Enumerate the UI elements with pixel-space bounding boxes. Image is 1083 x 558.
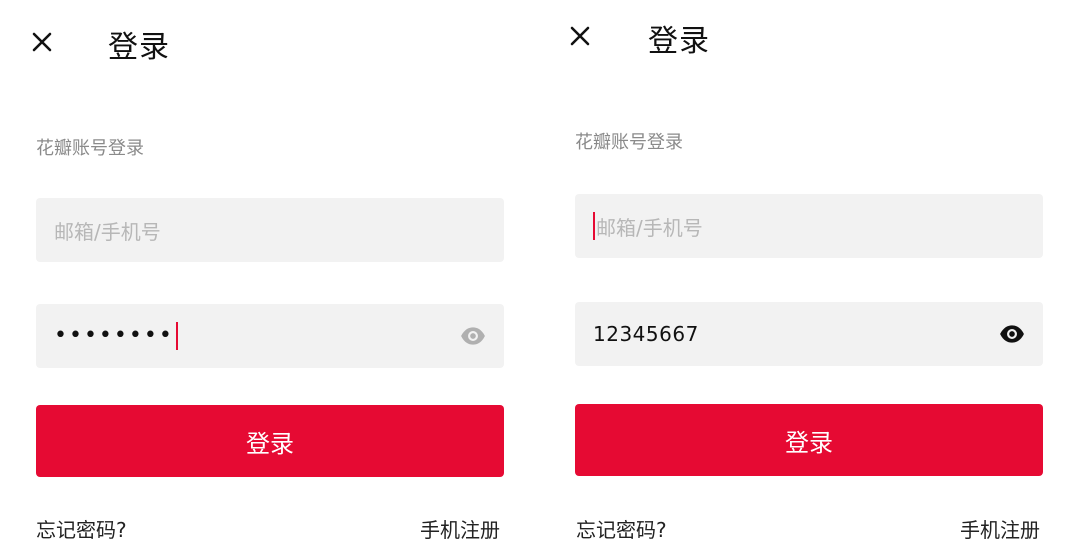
account-placeholder: 邮箱/手机号 — [596, 215, 703, 240]
login-button[interactable]: 登录 — [575, 404, 1043, 476]
login-screen-right: 登录 花瓣账号登录 邮箱/手机号 12345667 登录 忘记密码? 手机注册 — [540, 0, 1080, 558]
close-icon[interactable] — [566, 22, 594, 50]
account-placeholder: 邮箱/手机号 — [54, 219, 161, 244]
password-input[interactable]: •••••••• — [36, 304, 504, 368]
login-button[interactable]: 登录 — [36, 405, 504, 477]
eye-icon[interactable] — [999, 321, 1025, 347]
page-title: 登录 — [648, 24, 710, 59]
eye-icon[interactable] — [460, 323, 486, 349]
password-masked-value: •••••••• — [54, 323, 174, 348]
forgot-password-link[interactable]: 忘记密码? — [36, 514, 127, 543]
password-input[interactable]: 12345667 — [575, 302, 1043, 366]
login-subtitle: 花瓣账号登录 — [575, 132, 683, 153]
account-input[interactable]: 邮箱/手机号 — [36, 198, 504, 262]
text-caret — [593, 212, 595, 240]
phone-register-link[interactable]: 手机注册 — [420, 514, 500, 543]
login-subtitle: 花瓣账号登录 — [36, 138, 144, 159]
text-caret — [175, 322, 178, 350]
account-input[interactable]: 邮箱/手机号 — [575, 194, 1043, 258]
password-visible-value: 12345667 — [593, 322, 699, 346]
page-title: 登录 — [108, 30, 170, 65]
login-screen-left: 登录 花瓣账号登录 邮箱/手机号 •••••••• 登录 忘记密码? 手机注册 — [0, 0, 540, 558]
forgot-password-link[interactable]: 忘记密码? — [576, 514, 667, 543]
close-icon[interactable] — [28, 28, 56, 56]
phone-register-link[interactable]: 手机注册 — [960, 514, 1040, 543]
